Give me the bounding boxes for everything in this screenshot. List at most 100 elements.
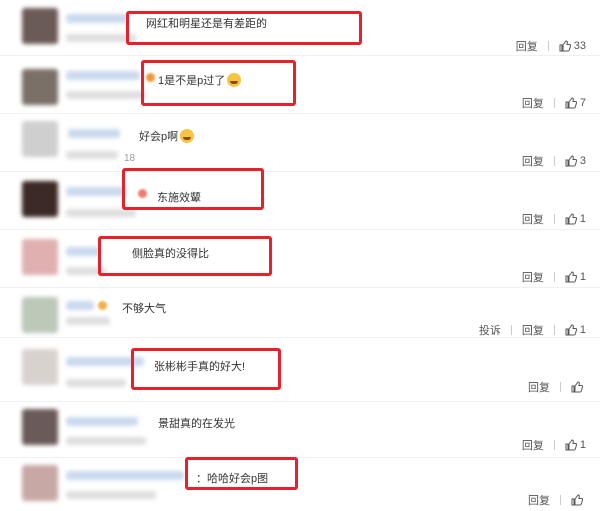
divider (553, 214, 555, 224)
username[interactable] (66, 71, 140, 80)
avatar[interactable] (22, 409, 58, 445)
laughing-emoji-icon (180, 129, 195, 143)
comment-row: 不够大气 投诉 回复 1 (0, 289, 600, 338)
comment-actions: 回复 3 (522, 153, 586, 169)
divider (553, 272, 555, 282)
like-button[interactable]: 3 (565, 155, 586, 167)
comment-row: 侧脸真的没得比 回复 1 (0, 231, 600, 288)
comment-row: 东施效颦 回复 1 (0, 168, 600, 230)
comment-row: 网红和明星还是有差距的 回复 33 (0, 0, 600, 56)
like-button[interactable] (571, 381, 586, 393)
reply-button[interactable]: 回复 (522, 153, 544, 169)
reply-button[interactable]: 回复 (528, 492, 550, 508)
thumbs-up-icon (565, 213, 577, 225)
comment-meta (66, 491, 156, 499)
like-count: 3 (579, 155, 586, 167)
avatar[interactable] (22, 349, 58, 385)
username[interactable] (66, 301, 94, 310)
user-badge-icon (138, 189, 147, 198)
divider (553, 440, 555, 450)
comment-text: 东施效颦 (157, 192, 201, 204)
reply-button[interactable]: 回复 (522, 437, 544, 453)
comment-actions: 回复 1 (522, 437, 586, 453)
username[interactable] (68, 129, 120, 138)
thumbs-up-icon (565, 271, 577, 283)
like-button[interactable]: 1 (565, 213, 586, 225)
comment-text: ：哈哈好会p图 (196, 473, 269, 485)
avatar[interactable] (22, 297, 58, 333)
divider (560, 382, 561, 392)
avatar[interactable] (22, 239, 58, 275)
thumbs-up-icon (565, 324, 577, 336)
like-count: 1 (579, 271, 586, 283)
meta-number: 18 (124, 153, 136, 164)
username[interactable] (66, 357, 144, 366)
divider (510, 325, 512, 335)
comment-meta (66, 91, 146, 99)
reply-button[interactable]: 回复 (522, 211, 544, 227)
like-button[interactable]: 7 (565, 97, 586, 109)
avatar[interactable] (22, 181, 58, 217)
comment-row: ：哈哈好会p图 回复 (0, 457, 600, 511)
reply-button[interactable]: 回复 (522, 322, 544, 338)
report-button[interactable]: 投诉 (479, 322, 501, 338)
comment-actions: 回复 (528, 379, 586, 395)
comment-row: 18 好会p啊 回复 3 (0, 115, 600, 172)
comment-text: 不够大气 (122, 303, 166, 315)
user-badge-icon (146, 73, 155, 82)
comment-actions: 回复 1 (522, 269, 586, 285)
comment-meta (66, 317, 110, 325)
laughing-emoji-icon (227, 73, 242, 87)
username[interactable] (66, 187, 126, 196)
avatar[interactable] (22, 121, 58, 157)
like-button[interactable]: 33 (559, 40, 586, 52)
like-count: 33 (573, 40, 586, 52)
like-count: 1 (579, 324, 586, 336)
like-button[interactable]: 1 (565, 439, 586, 451)
comment-meta (66, 267, 106, 275)
comment-actions: 投诉 回复 1 (479, 322, 586, 338)
avatar[interactable] (22, 8, 58, 44)
divider (547, 41, 549, 51)
reply-button[interactable]: 回复 (522, 95, 544, 111)
divider (553, 325, 555, 335)
like-button[interactable]: 1 (565, 324, 586, 336)
comment-text: 网红和明星还是有差距的 (146, 18, 267, 30)
comment-list: 网红和明星还是有差距的 回复 33 1是不是p过了 回复 7 18 好会p啊 回… (0, 0, 600, 511)
comment-meta (66, 379, 126, 387)
like-button[interactable] (571, 494, 586, 506)
like-button[interactable]: 1 (565, 271, 586, 283)
thumbs-up-icon (559, 40, 571, 52)
username[interactable] (66, 471, 184, 480)
thumbs-up-icon (565, 97, 577, 109)
thumbs-up-icon (571, 381, 583, 393)
comment-text: 张彬彬手真的好大! (154, 361, 246, 373)
divider (553, 156, 555, 166)
reply-button[interactable]: 回复 (516, 38, 538, 54)
comment-row: 1是不是p过了 回复 7 (0, 57, 600, 114)
username[interactable] (66, 14, 128, 23)
comment-text: 好会p啊 (139, 128, 195, 144)
divider (560, 495, 561, 505)
comment-actions: 回复 1 (522, 211, 586, 227)
avatar[interactable] (22, 69, 58, 105)
comment-text: 侧脸真的没得比 (132, 248, 209, 260)
comment-meta (66, 437, 146, 445)
like-count: 1 (579, 439, 586, 451)
divider (553, 98, 555, 108)
like-count: 1 (579, 213, 586, 225)
username[interactable] (66, 417, 138, 426)
comment-actions: 回复 (528, 492, 586, 508)
comment-meta (66, 209, 136, 217)
reply-button[interactable]: 回复 (522, 269, 544, 285)
avatar[interactable] (22, 465, 58, 501)
user-badge-icon (98, 301, 107, 310)
comment-text: 1是不是p过了 (158, 72, 242, 88)
username[interactable] (66, 247, 100, 256)
thumbs-up-icon (565, 155, 577, 167)
reply-button[interactable]: 回复 (528, 379, 550, 395)
comment-actions: 回复 33 (516, 38, 586, 54)
comment-meta (66, 34, 136, 42)
comment-row: 景甜真的在发光 回复 1 (0, 403, 600, 458)
comment-text: 景甜真的在发光 (158, 418, 235, 430)
